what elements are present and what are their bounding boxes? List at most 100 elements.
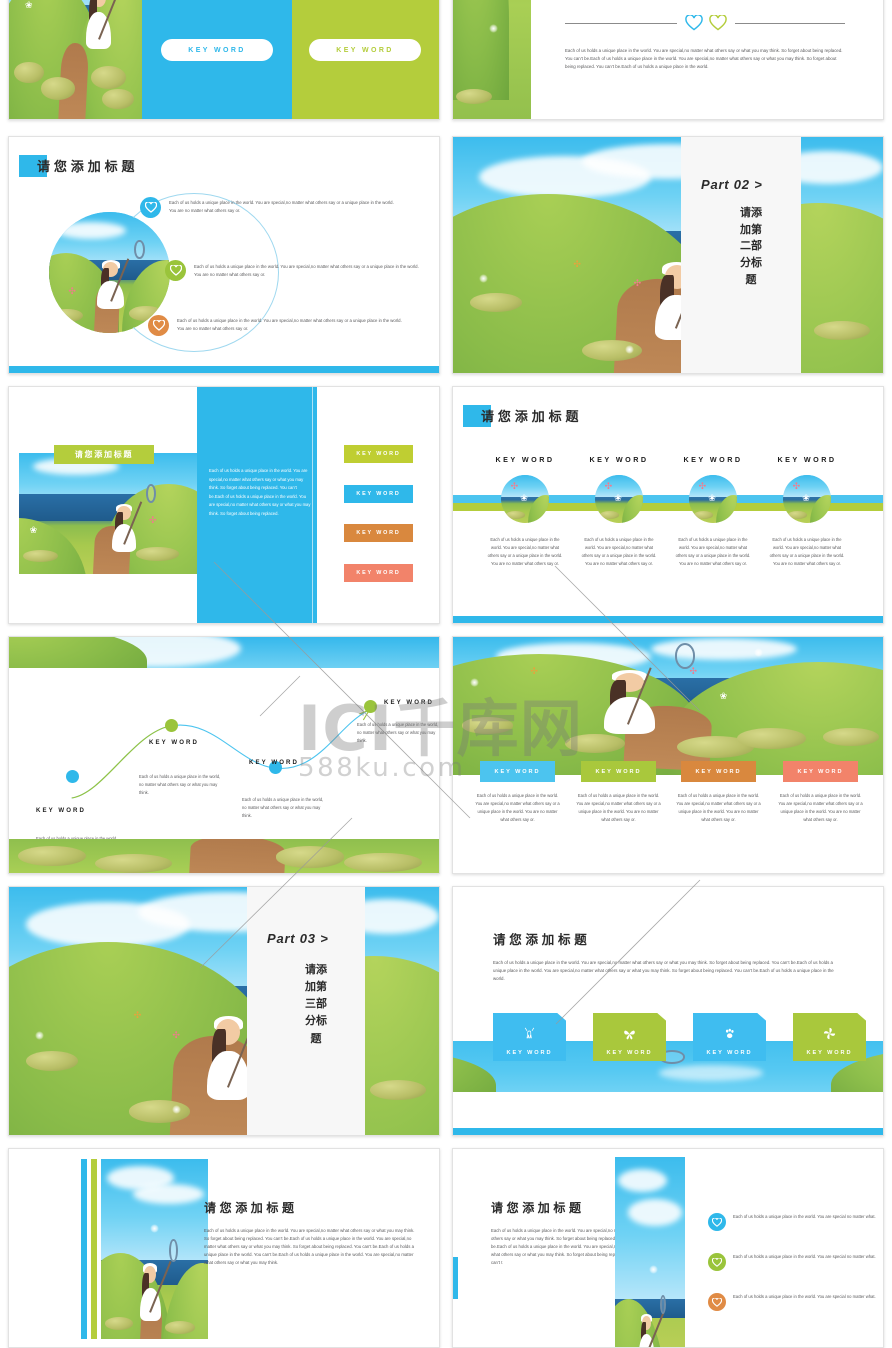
data-point-2[interactable] bbox=[165, 719, 178, 732]
heart-glyph bbox=[712, 1297, 722, 1307]
node-1[interactable] bbox=[140, 197, 161, 218]
keyword-pill-blue[interactable]: KEY WORD bbox=[161, 39, 273, 61]
node-2[interactable] bbox=[165, 260, 186, 281]
list-item-3[interactable]: Each of us holds a unique place in the w… bbox=[708, 1293, 883, 1311]
divider-left bbox=[565, 23, 677, 24]
slide-7-curve-timeline[interactable]: KEY WORD KEY WORD KEY WORD KEY WORD Each… bbox=[8, 636, 440, 874]
part-label: Part 03 > bbox=[267, 931, 329, 946]
slide11-paragraph: Each of us holds a unique place in the w… bbox=[204, 1228, 415, 1265]
top-scenery-band bbox=[9, 637, 439, 668]
portrait-scenery-photo bbox=[101, 1159, 208, 1339]
column-2-desc: Each of us holds a unique place in the w… bbox=[581, 537, 657, 566]
icon-tag-3-label: KEY WORD bbox=[706, 1050, 753, 1056]
node-2-text: Each of us holds a unique place in the w… bbox=[194, 264, 419, 277]
paw-icon bbox=[722, 1027, 737, 1044]
column-1-heading: KEY WORD bbox=[495, 455, 555, 464]
icon-tag-3[interactable]: KEY WORD bbox=[693, 1013, 766, 1061]
column-1[interactable]: KEY WORD ❀ ✣ Each of us holds a unique pl… bbox=[477, 455, 573, 568]
slide-5-image-text-keywords[interactable]: ❀ ✣ 请您添加标题 Each of us holds a unique pla… bbox=[8, 386, 440, 624]
data-point-1[interactable] bbox=[66, 770, 79, 783]
column-4-desc: Each of us holds a unique place in the w… bbox=[769, 537, 845, 566]
pinwheel-icon bbox=[822, 1026, 837, 1044]
deer-glyph bbox=[524, 1027, 535, 1039]
keyword-tab-1[interactable]: KEY WORD bbox=[480, 761, 555, 782]
column-2-circle-image: ❀ ✣ bbox=[595, 475, 643, 523]
tab-2-desc: Each of us holds a unique place in the w… bbox=[576, 793, 661, 822]
scenery-photo: ❀ ✣ bbox=[19, 453, 197, 574]
point-2-label: KEY WORD bbox=[149, 739, 199, 746]
heart-icon-green bbox=[709, 15, 727, 31]
heart-icon-orange bbox=[708, 1293, 726, 1311]
node-3[interactable] bbox=[148, 315, 169, 336]
scenery-photo: ❀ ✣ ✣ bbox=[453, 637, 883, 775]
slide-1-keyword-panels[interactable]: ❀ ✣ ✣ you may think. So forget about bei… bbox=[8, 0, 440, 120]
slide-2-hearts-paragraph[interactable]: Each of us holds a unique place in the w… bbox=[452, 0, 884, 120]
point-3-desc: Each of us holds a unique place in the w… bbox=[242, 797, 324, 818]
list-item-1-text: Each of us holds a unique place in the w… bbox=[733, 1214, 876, 1219]
icon-tag-4[interactable]: KEY WORD bbox=[793, 1013, 866, 1061]
slide2-paragraph: Each of us holds a unique place in the w… bbox=[565, 48, 843, 70]
heart-icon bbox=[144, 202, 157, 213]
page-title: 请您添加标题 bbox=[491, 1201, 585, 1215]
keyword-bar-4[interactable]: KEY WORD bbox=[344, 564, 413, 582]
list-item-1[interactable]: Each of us holds a unique place in the w… bbox=[708, 1213, 883, 1231]
page-title: 请您添加标题 bbox=[493, 932, 591, 947]
keyword-tab-4[interactable]: KEY WORD bbox=[783, 761, 858, 782]
slide-10-icon-tags[interactable]: 请您添加标题 Each of us holds a unique place i… bbox=[452, 886, 884, 1136]
slide-9-section-divider-part03[interactable]: ✣ ✣ Part 03 > 请添加第三部分标题 bbox=[8, 886, 440, 1136]
point-4-desc: Each of us holds a unique place in the w… bbox=[357, 722, 439, 743]
slide5-paragraph: Each of us holds a unique place in the w… bbox=[209, 468, 311, 517]
slide-12-text-image-list[interactable]: 请您添加标题 Each of us holds a unique place i… bbox=[452, 1148, 884, 1348]
heart-glyph bbox=[712, 1217, 722, 1227]
point-1-label: KEY WORD bbox=[36, 807, 86, 814]
node-3-text: Each of us holds a unique place in the w… bbox=[177, 318, 402, 331]
icon-tag-1[interactable]: KEY WORD bbox=[493, 1013, 566, 1061]
bottom-accent-bar bbox=[453, 616, 883, 623]
keyword-bar-1[interactable]: KEY WORD bbox=[344, 445, 413, 463]
data-point-4[interactable] bbox=[364, 700, 377, 713]
point-2-desc: Each of us holds a unique place in the w… bbox=[139, 774, 221, 795]
column-3-heading: KEY WORD bbox=[683, 455, 743, 464]
point-3-label: KEY WORD bbox=[249, 759, 299, 766]
slide-11-portrait-image-text[interactable]: 请您添加标题 Each of us holds a unique place i… bbox=[8, 1148, 440, 1348]
keyword-tab-2[interactable]: KEY WORD bbox=[581, 761, 656, 782]
page-title: 请您添加标题 bbox=[204, 1201, 298, 1215]
slide-8-photo-keyword-tabs[interactable]: ❀ ✣ ✣ KEY WORD KEY WORD KEY WORD KEY WOR… bbox=[452, 636, 884, 874]
keyword-tab-3[interactable]: KEY WORD bbox=[681, 761, 756, 782]
heart-icon bbox=[169, 265, 182, 276]
column-1-desc: Each of us holds a unique place in the w… bbox=[487, 537, 563, 566]
list-item-2[interactable]: Each of us holds a unique place in the w… bbox=[708, 1253, 883, 1271]
heart-icon-blue bbox=[685, 15, 703, 31]
accent-bar-green bbox=[91, 1159, 97, 1339]
divider-right bbox=[735, 23, 845, 24]
section-title-vertical: 请添加第二部分标题 bbox=[740, 206, 762, 286]
pinwheel-glyph bbox=[823, 1027, 836, 1040]
heart-icon-blue bbox=[708, 1213, 726, 1231]
list-item-2-text: Each of us holds a unique place in the w… bbox=[733, 1254, 876, 1259]
deer-icon bbox=[522, 1026, 537, 1044]
column-4[interactable]: KEY WORD ❀ ✣ Each of us holds a unique pl… bbox=[759, 455, 855, 568]
section-title-vertical: 请添加第三部分标题 bbox=[305, 963, 327, 1045]
keyword-bar-3[interactable]: KEY WORD bbox=[344, 524, 413, 542]
butterfly-glyph bbox=[624, 1030, 635, 1040]
scenery-background: ✣ ✣ bbox=[9, 887, 439, 1135]
column-1-circle-image: ❀ ✣ bbox=[501, 475, 549, 523]
scenery-illustration: ❀ ✣ ✣ bbox=[9, 0, 142, 119]
slide-6-four-circle-columns[interactable]: 请您添加标题 KEY WORD ❀ ✣ Each of us holds a un… bbox=[452, 386, 884, 624]
slide-4-section-divider-part02[interactable]: ✣ ✣ Part 02 > 请添加第二部分标题 bbox=[452, 136, 884, 374]
icon-tag-4-label: KEY WORD bbox=[806, 1050, 853, 1056]
keyword-bar-2[interactable]: KEY WORD bbox=[344, 485, 413, 503]
column-4-heading: KEY WORD bbox=[777, 455, 837, 464]
slide5-label: 请您添加标题 bbox=[54, 445, 154, 464]
keyword-pill-green[interactable]: KEY WORD bbox=[309, 39, 421, 61]
column-3[interactable]: KEY WORD ❀ ✣ Each of us holds a unique pl… bbox=[665, 455, 761, 568]
column-3-circle-image: ❀ ✣ bbox=[689, 475, 737, 523]
slide-3-circle-infographic[interactable]: 请您添加标题 ✣ Each of us holds a unique place… bbox=[8, 136, 440, 374]
bottom-accent-bar bbox=[453, 1128, 883, 1135]
node-1-text: Each of us holds a unique place in the w… bbox=[169, 200, 394, 213]
accent-edge-bar bbox=[453, 1257, 458, 1299]
icon-tag-2[interactable]: KEY WORD bbox=[593, 1013, 666, 1061]
icon-tag-2-label: KEY WORD bbox=[606, 1050, 653, 1056]
column-2[interactable]: KEY WORD ❀ ✣ Each of us holds a unique pl… bbox=[571, 455, 667, 568]
paw-glyph bbox=[725, 1028, 734, 1039]
